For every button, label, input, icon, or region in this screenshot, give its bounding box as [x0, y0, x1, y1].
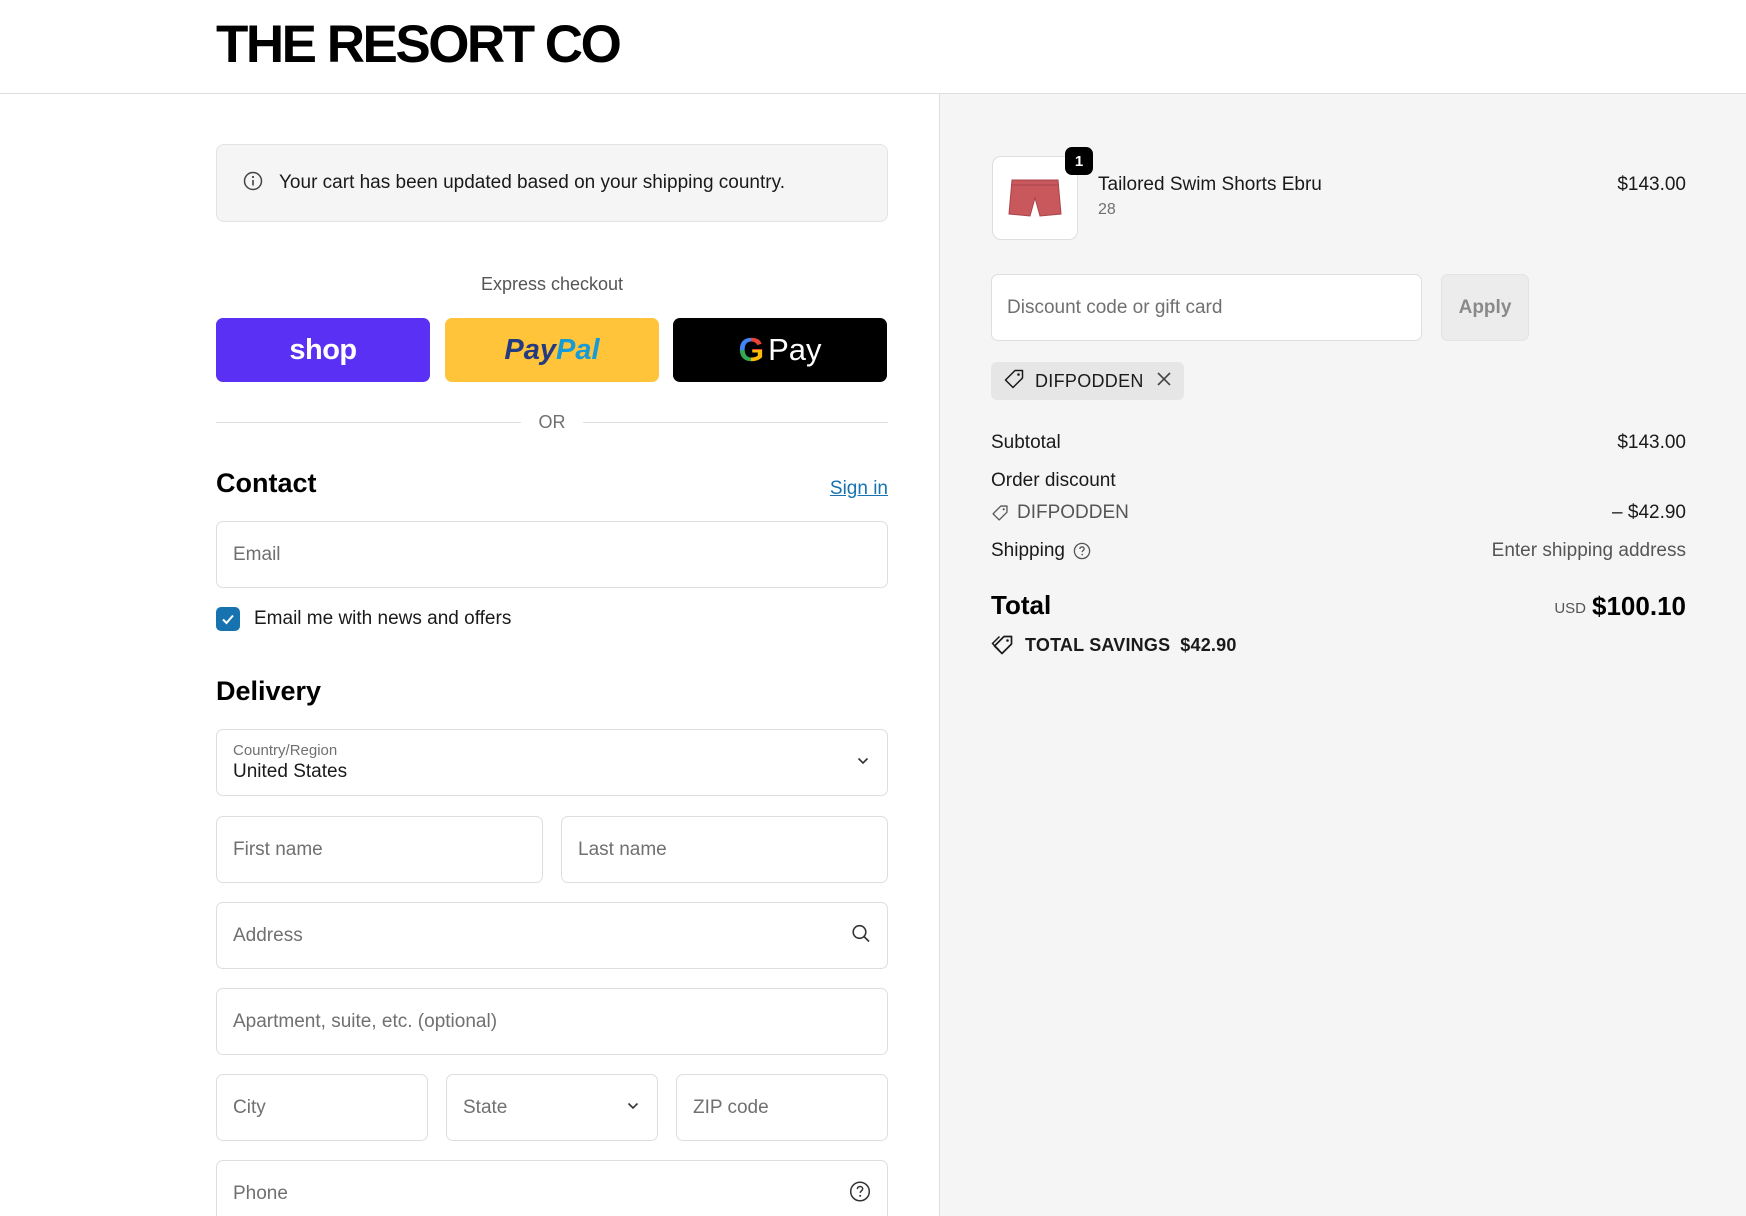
country-value: United States: [233, 761, 348, 782]
city-placeholder: City: [233, 1096, 266, 1118]
apply-discount-button[interactable]: Apply: [1441, 274, 1529, 341]
help-icon[interactable]: [1073, 542, 1091, 560]
discount-placeholder: Discount code or gift card: [1007, 296, 1223, 318]
state-placeholder: State: [463, 1096, 508, 1118]
product-variant: 28: [1098, 201, 1116, 218]
total-currency: USD: [1554, 600, 1586, 617]
quantity-badge: 1: [1065, 147, 1093, 175]
savings-tag-icon: [991, 634, 1015, 656]
contact-heading: Contact: [216, 468, 317, 498]
first-name-field[interactable]: First name: [216, 816, 543, 883]
or-divider: OR: [216, 410, 888, 434]
total-value: $100.10: [1592, 591, 1686, 621]
swim-shorts-image: [1008, 179, 1062, 217]
sign-in-link[interactable]: Sign in: [830, 478, 888, 500]
apartment-placeholder: Apartment, suite, etc. (optional): [233, 1010, 498, 1032]
email-field[interactable]: Email: [216, 521, 888, 588]
product-name: Tailored Swim Shorts Ebru: [1098, 174, 1322, 195]
help-icon[interactable]: [849, 1180, 871, 1207]
newsletter-label: Email me with news and offers: [254, 608, 512, 629]
chevron-down-icon: [855, 752, 871, 773]
notice-text: Your cart has been updated based on your…: [279, 172, 785, 193]
search-icon: [851, 923, 871, 948]
google-pay-label: Pay: [768, 332, 822, 367]
delivery-heading: Delivery: [216, 676, 322, 706]
zip-field[interactable]: ZIP code: [676, 1074, 888, 1141]
order-discount-value: – $42.90: [1612, 502, 1686, 523]
country-label: Country/Region: [233, 742, 338, 759]
savings-label: TOTAL SAVINGS: [1025, 634, 1171, 655]
order-discount-label: Order discount: [991, 470, 1116, 491]
order-summary: 1 Tailored Swim Shorts Ebru 28 $143.00 D…: [939, 94, 1746, 1216]
email-placeholder: Email: [233, 543, 281, 565]
zip-placeholder: ZIP code: [693, 1096, 769, 1118]
shop-pay-button[interactable]: shop: [216, 318, 430, 382]
phone-placeholder: Phone: [233, 1182, 288, 1204]
paypal-label-pal: Pal: [556, 333, 600, 366]
last-name-placeholder: Last name: [578, 838, 667, 860]
close-icon[interactable]: [1156, 371, 1172, 392]
tag-icon: [991, 504, 1009, 522]
total-savings: TOTAL SAVINGS $42.90: [991, 634, 1237, 656]
subtotal-label: Subtotal: [991, 432, 1061, 453]
checkout-form: Your cart has been updated based on your…: [0, 94, 939, 1216]
paypal-button[interactable]: Pay Pal: [445, 318, 659, 382]
site-header: THE RESORT CO: [0, 0, 1746, 94]
applied-discount-chip: DIFPODDEN: [991, 362, 1184, 400]
google-g-icon: G: [738, 331, 765, 368]
google-pay-button[interactable]: G Pay: [673, 318, 887, 382]
product-price: $143.00: [1617, 174, 1686, 195]
chevron-down-icon: [625, 1097, 641, 1118]
order-discount-code-row: DIFPODDEN: [991, 502, 1129, 524]
shipping-row: Shipping: [991, 540, 1091, 562]
order-discount-code: DIFPODDEN: [1017, 502, 1129, 523]
express-checkout-label: Express checkout: [480, 274, 624, 294]
newsletter-checkbox[interactable]: [216, 607, 240, 631]
newsletter-option[interactable]: Email me with news and offers: [216, 607, 511, 631]
or-text: OR: [538, 412, 566, 432]
address-placeholder: Address: [233, 924, 303, 946]
country-select[interactable]: Country/Region United States: [216, 729, 888, 796]
address-field[interactable]: Address: [216, 902, 888, 969]
paypal-label-pay: Pay: [504, 333, 557, 366]
info-icon: [243, 171, 263, 196]
total-label: Total: [991, 590, 1052, 620]
phone-field[interactable]: Phone: [216, 1160, 888, 1216]
savings-value: $42.90: [1180, 634, 1237, 655]
shipping-value: Enter shipping address: [1491, 540, 1686, 561]
state-select[interactable]: State: [446, 1074, 658, 1141]
subtotal-value: $143.00: [1617, 432, 1686, 453]
apartment-field[interactable]: Apartment, suite, etc. (optional): [216, 988, 888, 1055]
store-logo[interactable]: THE RESORT CO: [216, 14, 622, 75]
city-field[interactable]: City: [216, 1074, 428, 1141]
discount-code-input[interactable]: Discount code or gift card: [991, 274, 1422, 341]
shop-pay-label: shop: [289, 333, 357, 366]
cart-updated-notice: Your cart has been updated based on your…: [216, 144, 888, 222]
first-name-placeholder: First name: [233, 838, 323, 860]
shipping-label: Shipping: [991, 540, 1065, 561]
applied-discount-code: DIFPODDEN: [1035, 370, 1144, 391]
tag-icon: [1003, 368, 1025, 395]
last-name-field[interactable]: Last name: [561, 816, 888, 883]
